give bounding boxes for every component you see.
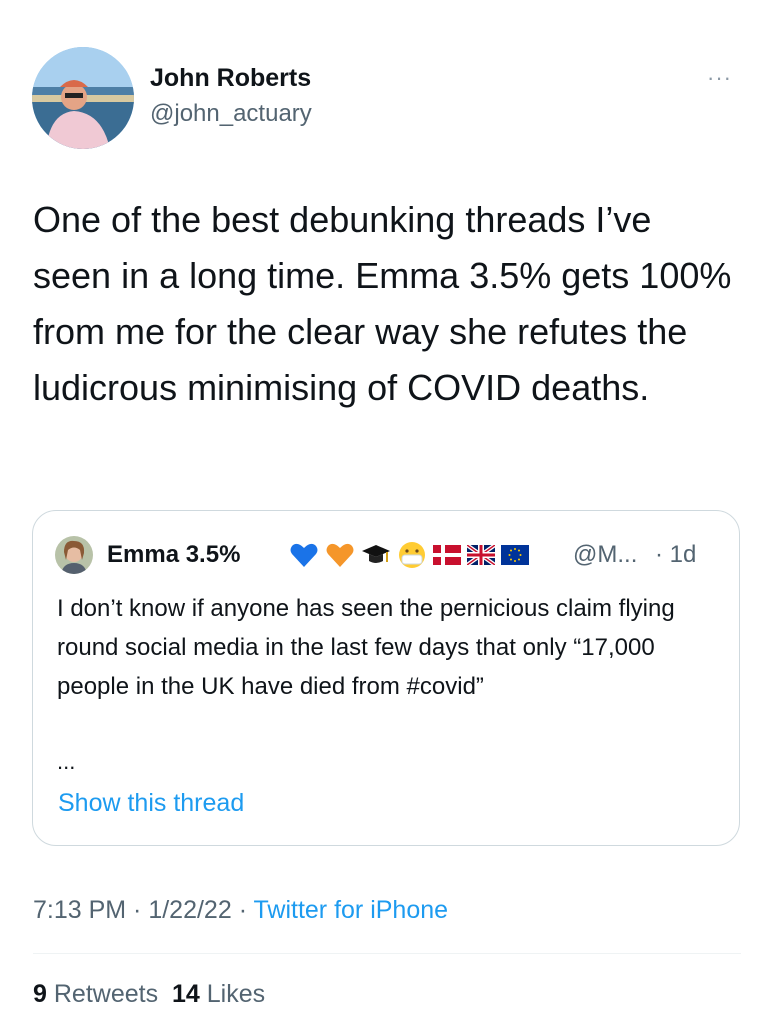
retweets-label: Retweets: [53, 980, 159, 1008]
quoted-author-handle[interactable]: @M...: [573, 541, 637, 569]
likes-stat[interactable]: 14 Likes: [172, 980, 265, 1008]
author-handle[interactable]: @john_actuary: [150, 100, 312, 128]
eu-flag-icon: [501, 545, 529, 565]
quoted-profile-photo: [55, 536, 93, 574]
author-avatar[interactable]: [32, 47, 134, 149]
tweet-source-link[interactable]: Twitter for iPhone: [254, 896, 449, 924]
meta-separator: ·: [126, 896, 149, 924]
likes-label: Likes: [206, 980, 266, 1008]
face-mask-icon: [399, 542, 425, 568]
denmark-flag-icon: [433, 545, 461, 565]
divider: [33, 953, 741, 954]
quoted-tweet-text: I don’t know if anyone has seen the pern…: [57, 595, 675, 700]
blue-heart-icon: [290, 543, 318, 567]
graduation-cap-icon: [362, 545, 390, 563]
author-name[interactable]: John Roberts: [150, 64, 311, 93]
tweet-time[interactable]: 7:13 PM: [33, 896, 126, 924]
quoted-timestamp[interactable]: · 1d: [655, 541, 696, 569]
quoted-author-emojis: [289, 538, 529, 572]
tweet-text: One of the best debunking threads I’ve s…: [33, 199, 732, 408]
quoted-avatar[interactable]: [55, 536, 93, 574]
tweet-stats: 9 Retweets 14 Likes: [33, 980, 265, 1009]
retweets-stat[interactable]: 9 Retweets: [33, 980, 158, 1008]
tweet-date[interactable]: 1/22/22: [148, 896, 231, 924]
orange-heart-icon: [326, 543, 354, 567]
quoted-tweet[interactable]: Emma 3.5% @M... · 1d I don’t know if any…: [32, 510, 740, 846]
retweets-count: 9: [33, 980, 47, 1008]
quoted-ellipsis: ...: [57, 749, 76, 774]
show-thread-link[interactable]: Show this thread: [58, 789, 244, 818]
likes-count: 14: [171, 980, 200, 1008]
quoted-author-name[interactable]: Emma 3.5%: [107, 541, 240, 569]
profile-photo: [32, 47, 134, 149]
uk-flag-icon: [467, 545, 495, 565]
meta-separator: ·: [231, 896, 254, 924]
tweet-metadata: 7:13 PM · 1/22/22 · Twitter for iPhone: [33, 896, 448, 925]
more-options-icon[interactable]: ···: [707, 67, 741, 89]
